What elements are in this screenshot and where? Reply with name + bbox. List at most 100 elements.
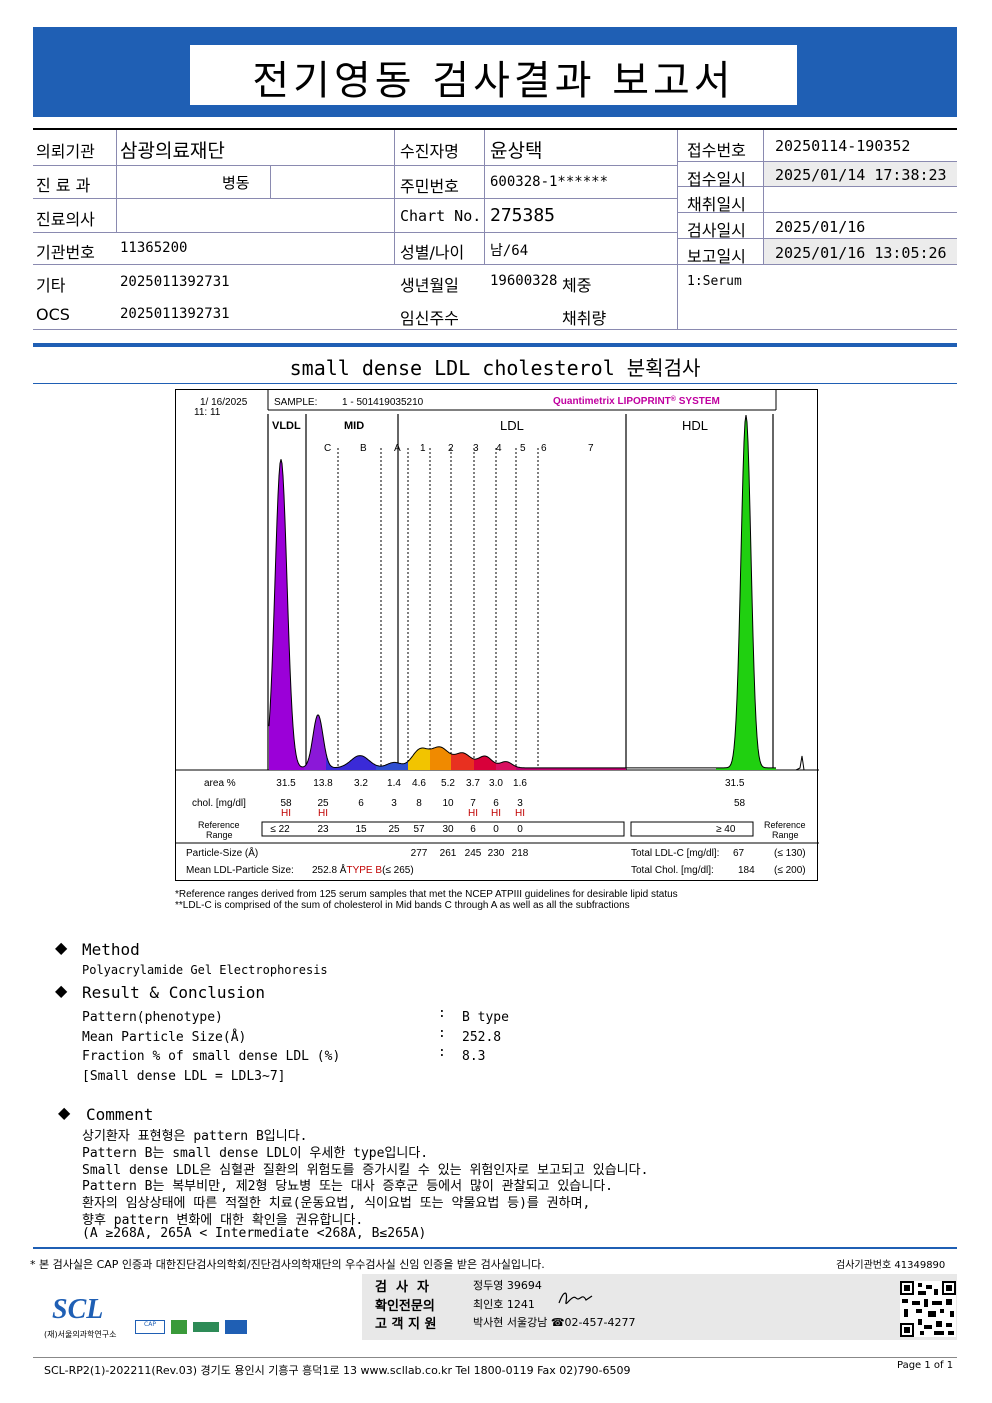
accession-value: 20250114-190352: [775, 137, 911, 155]
method-bullet-icon: ◆: [55, 938, 68, 957]
institution-label: 의뢰기관: [36, 142, 95, 161]
method-title: Method: [82, 940, 140, 959]
note-ldl: **LDL-C is comprised of the sum of chole…: [175, 900, 630, 911]
result-label: Pattern(phenotype): [82, 1010, 223, 1025]
chol-cell: 10: [442, 798, 454, 809]
result-value: B type: [462, 1010, 509, 1025]
ref-right-label-1: Reference: [764, 820, 806, 830]
hi-flag: HI: [515, 808, 525, 819]
sex-age-label: 성별/나이: [400, 243, 465, 262]
confirm-value: 최인호 1241: [473, 1298, 535, 1311]
rrn-value: 600328-1******: [490, 174, 609, 190]
brand-name: Quantimetrix LIPOPRINT® SYSTEM: [553, 396, 720, 407]
chart-no-label: Chart No.: [400, 207, 482, 225]
ref-hdl: ≥ 40: [716, 824, 736, 835]
area-cell: 3.7: [466, 778, 480, 789]
chol-cell: 6: [358, 798, 364, 809]
band-label: 2: [448, 443, 454, 454]
sample-label: SAMPLE:: [274, 397, 318, 408]
band-label: 4: [496, 443, 502, 454]
dept-value: 병동: [222, 174, 250, 192]
hi-flag: HI: [281, 808, 291, 819]
particle-cell: 230: [487, 848, 505, 859]
hi-flag: HI: [318, 808, 328, 819]
ref-cell: 23: [317, 824, 329, 835]
result-note: [Small dense LDL = LDL3~7]: [82, 1069, 286, 1084]
total-chol-label: Total Chol. [mg/dl]:: [631, 865, 714, 876]
total-ldl-label: Total LDL-C [mg/dl]:: [631, 848, 720, 859]
band-label: 3: [473, 443, 479, 454]
result-value: 252.8: [462, 1029, 502, 1045]
mean-size: 252.8 Å: [312, 865, 347, 876]
chart-time: 11: 11: [194, 407, 221, 418]
ocs-label: OCS: [36, 305, 70, 324]
support-label: 고 객 지 원: [375, 1317, 437, 1332]
dept-label: 진 료 과: [36, 176, 91, 195]
cap-logo-icon: CAP: [135, 1320, 165, 1334]
received-value: 2025/01/14 17:38:23: [775, 166, 947, 184]
ref-cell: 0: [493, 824, 499, 835]
result-label: Mean Particle Size(Å): [82, 1029, 247, 1045]
mean-value: 252.8 ÅTYPE B(≤ 265): [312, 865, 414, 876]
ref-cell: 15: [355, 824, 367, 835]
area-cell: 3.0: [489, 778, 503, 789]
cert-logos: CAP: [135, 1318, 255, 1338]
band-label: C: [324, 443, 332, 454]
received-label: 접수일시: [687, 170, 746, 189]
band-fill: [408, 748, 430, 770]
mean-ref: (≤ 265): [382, 865, 414, 876]
band-fill: [716, 415, 776, 770]
area-cell: 5.2: [441, 778, 455, 789]
particle-label: Particle-Size (Å): [186, 848, 259, 859]
band-label: 5: [520, 443, 526, 454]
qr-code-icon: [900, 1281, 956, 1337]
scl-logo: SCL: [52, 1294, 104, 1325]
mean-type: TYPE B: [346, 865, 383, 876]
band-label: B: [360, 443, 367, 454]
band-label: 6: [541, 443, 547, 454]
ref-cell: 0: [517, 824, 523, 835]
eqa-logo-icon: [193, 1322, 219, 1332]
ref-cell: 57: [413, 824, 425, 835]
band-label: A: [394, 443, 401, 454]
area-row-label: area %: [204, 778, 236, 789]
reported-value: 2025/01/16 13:05:26: [775, 244, 947, 262]
report-title: 전기영동 검사결과 보고서: [252, 58, 735, 104]
sex-age-value: 남/64: [490, 243, 529, 259]
result-colon: :: [438, 1006, 446, 1021]
total-ldl-ref: (≤ 130): [774, 848, 806, 859]
band-fill: [451, 752, 474, 770]
ref-cell: 25: [388, 824, 400, 835]
particle-cell: 245: [464, 848, 482, 859]
weight-label: 체중: [562, 276, 592, 295]
area-cell: 31.5: [276, 778, 296, 789]
tested-value: 2025/01/16: [775, 218, 866, 236]
area-cell: 3.2: [354, 778, 368, 789]
etc-label: 기타: [36, 276, 66, 295]
total-chol-ref: (≤ 200): [774, 865, 806, 876]
kolas-logo-icon: [225, 1320, 247, 1334]
result-title: Result & Conclusion: [82, 983, 266, 1002]
result-bullet-icon: ◆: [55, 981, 68, 1000]
code-value: 11365200: [120, 240, 188, 256]
band-label: 1: [420, 443, 426, 454]
group-vldl: VLDL: [272, 420, 301, 432]
birth-value: 19600328: [490, 273, 558, 289]
area-cell: 4.6: [412, 778, 426, 789]
preg-label: 임신주수: [400, 309, 459, 328]
institution-value: 삼광의료재단: [120, 140, 225, 162]
comment-line: (A ≥268A, 265A < Intermediate <268A, B≤2…: [82, 1225, 427, 1241]
ref-cell: ≤ 22: [270, 824, 290, 835]
note-reference: *Reference ranges derived from 125 serum…: [175, 889, 678, 900]
accession-label: 접수번호: [687, 141, 746, 160]
chol-row-label: chol. [mg/dl]: [192, 798, 246, 809]
edge-artifact: [795, 755, 805, 771]
hi-flag: HI: [468, 808, 478, 819]
comment-bullet-icon: ◆: [58, 1103, 71, 1122]
kslm-logo-icon: [171, 1320, 187, 1334]
mean-label: Mean LDL-Particle Size:: [186, 865, 294, 876]
patient-label: 수진자명: [400, 142, 459, 161]
section-subtitle: small dense LDL cholesterol 분획검사: [289, 356, 701, 380]
doctor-label: 진료의사: [36, 210, 95, 229]
footer-bottom-line: SCL-RP2(1)-202211(Rev.03) 경기도 용인시 기흥구 흥덕…: [44, 1364, 631, 1377]
